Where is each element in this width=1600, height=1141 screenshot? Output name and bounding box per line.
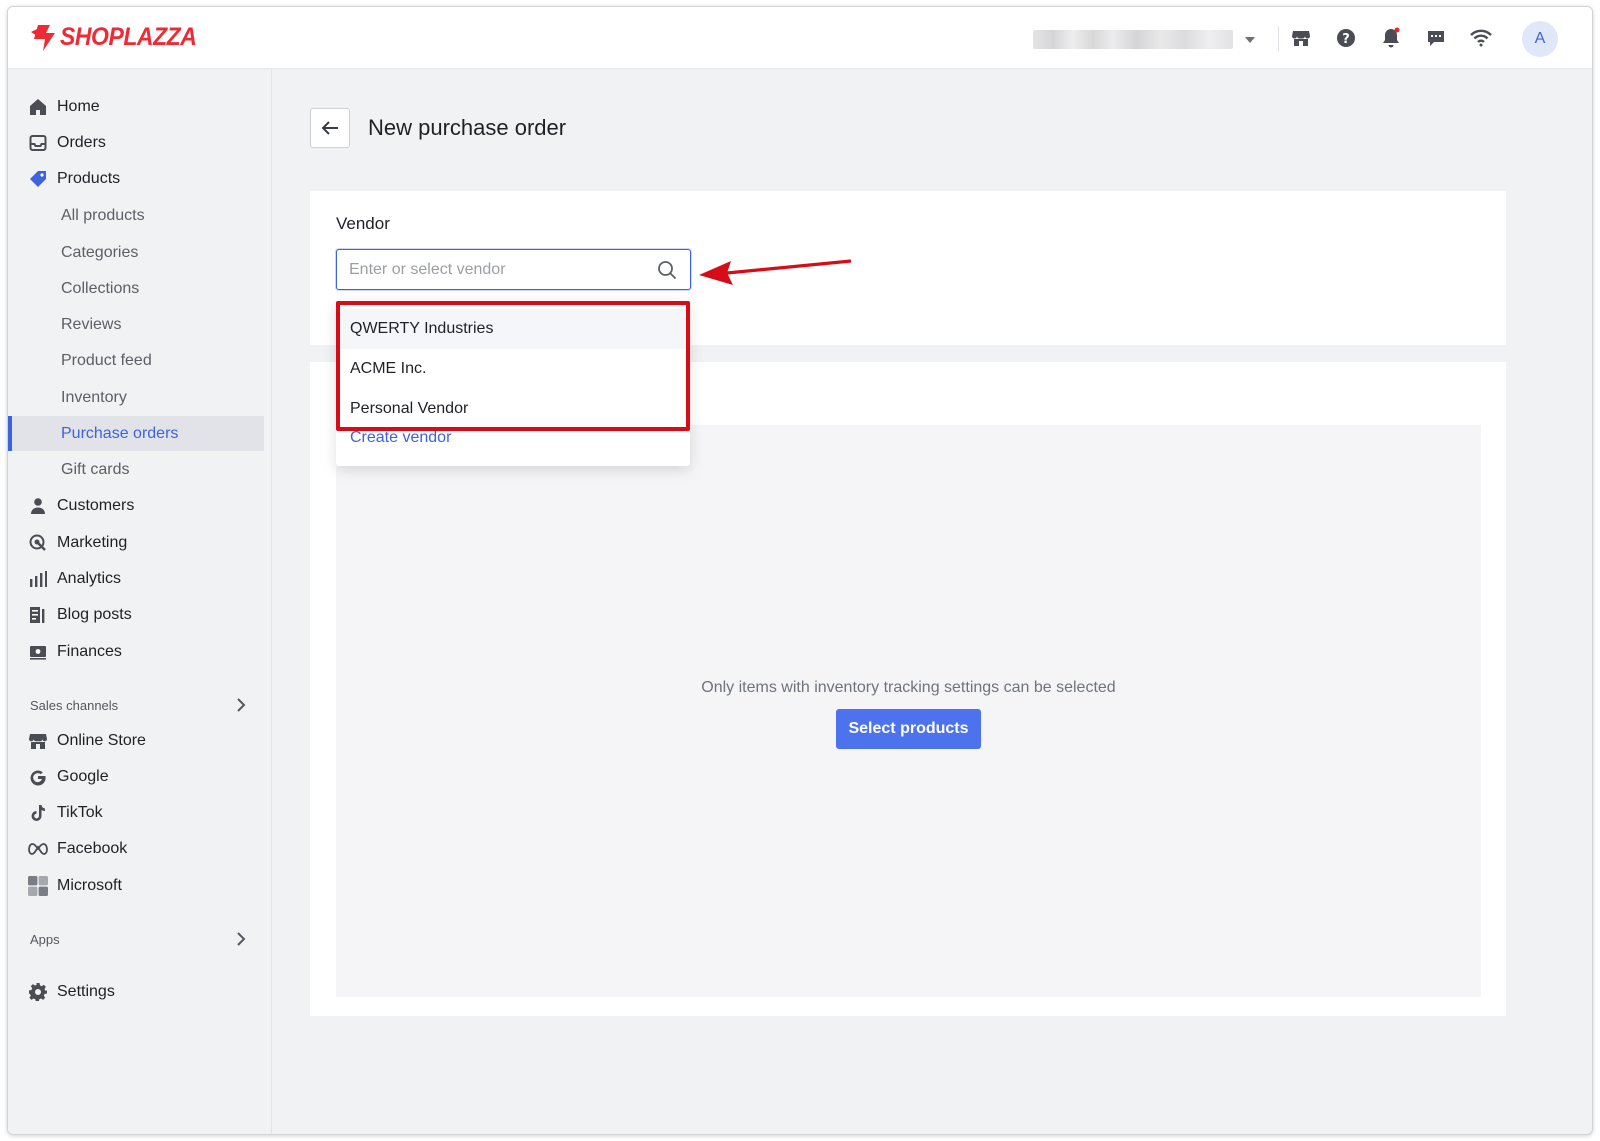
create-vendor-link[interactable]: Create vendor — [350, 429, 451, 447]
arrow-left-icon — [321, 121, 338, 135]
annotation-arrow — [699, 259, 852, 285]
vendor-option[interactable]: QWERTY Industries — [336, 309, 690, 349]
vendor-input[interactable] — [349, 259, 649, 281]
search-icon[interactable] — [657, 260, 677, 285]
empty-state-message: Only items with inventory tracking setti… — [701, 679, 1116, 696]
vendor-select[interactable] — [336, 249, 691, 290]
vendor-option[interactable]: Personal Vendor — [336, 389, 690, 429]
page-title: New purchase order — [368, 115, 567, 140]
vendor-label: Vendor — [336, 214, 390, 233]
app-window: SHOPLAZZA ? A Home Orders Products All p… — [7, 6, 1593, 1135]
back-button[interactable] — [310, 108, 350, 148]
vendor-option[interactable]: ACME Inc. — [336, 349, 690, 389]
products-empty-state: Only items with inventory tracking setti… — [336, 425, 1481, 997]
vendor-dropdown: QWERTY Industries ACME Inc. Personal Ven… — [336, 300, 690, 466]
select-products-button[interactable]: Select products — [836, 709, 981, 749]
main-content: New purchase order Vendor Only items wit… — [8, 7, 1592, 1134]
